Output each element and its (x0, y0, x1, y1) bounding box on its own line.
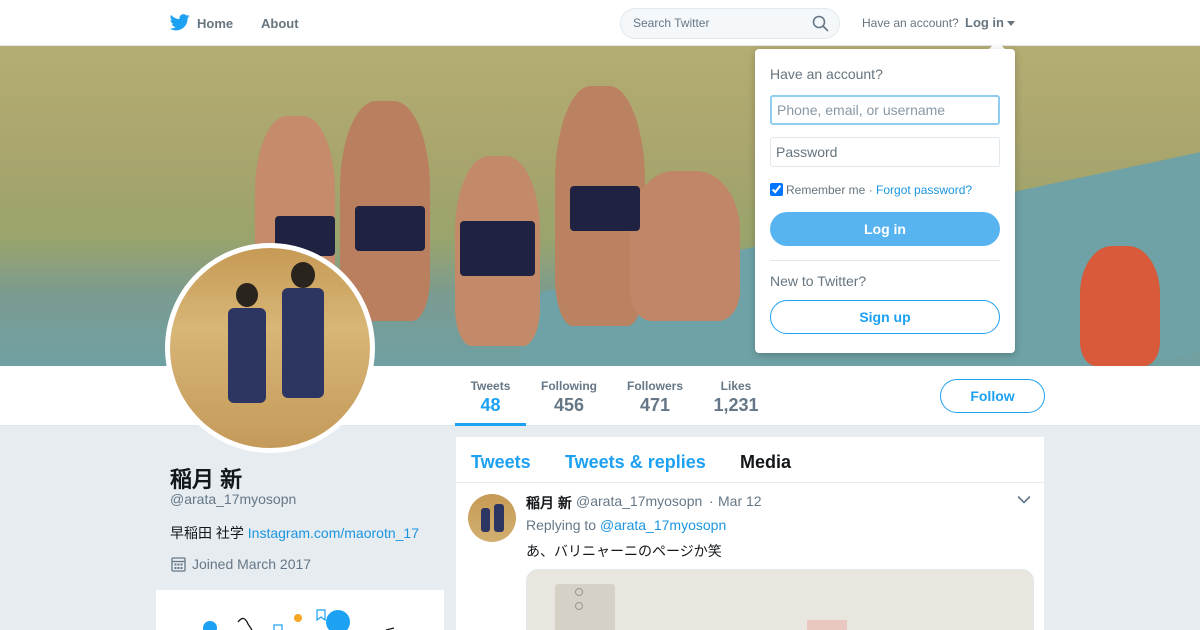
profile-avatar[interactable] (165, 243, 375, 453)
search-box[interactable] (620, 8, 840, 39)
username-field[interactable] (770, 95, 1000, 125)
banner-figure (1080, 246, 1160, 366)
avatar-player-figure (282, 288, 324, 398)
login-button[interactable]: Log in (770, 212, 1000, 246)
new-to-twitter-text: New to Twitter? (770, 273, 867, 289)
stat-label: Tweets (470, 379, 511, 393)
remember-me-row: Remember me · Forgot password? (770, 183, 972, 197)
stat-following[interactable]: Following 456 (537, 379, 601, 416)
chevron-down-icon[interactable] (1017, 495, 1031, 505)
tweet-dot-separator: · (709, 493, 714, 509)
tweet-avatar[interactable] (468, 494, 516, 542)
tweet-author-name[interactable]: 稲月 新 (526, 493, 572, 513)
dropdown-title: Have an account? (770, 66, 883, 82)
tweet-author-handle[interactable]: @arata_17myosopn (576, 493, 702, 509)
avatar-player-figure (228, 308, 266, 403)
stat-label: Following (541, 379, 597, 393)
joined-date: Joined March 2017 (192, 556, 312, 572)
divider (770, 260, 1000, 261)
remember-me-label[interactable]: Remember me (786, 183, 865, 197)
banner-figure (630, 171, 740, 321)
tab-media[interactable]: Media (740, 452, 791, 473)
calendar-icon (171, 557, 186, 572)
bio-link[interactable]: Instagram.com/maorotn_17 (248, 525, 419, 541)
avatar-player-figure (236, 283, 258, 307)
media-thumbnail-icon (203, 609, 395, 630)
banner-shorts (460, 221, 535, 276)
search-input[interactable] (633, 16, 803, 30)
stat-followers[interactable]: Followers 471 (623, 379, 687, 416)
timeline: Tweets Tweets & replies Media 稲月 新 @arat… (456, 437, 1044, 630)
tweet-text: あ、バリニャーニのページか笑 (526, 543, 722, 559)
tweet-media-image[interactable] (526, 569, 1034, 630)
stat-value: 1,231 (713, 395, 759, 415)
separator-dot: · (865, 183, 877, 197)
avatar-player-figure (291, 262, 315, 288)
stat-value: 456 (553, 395, 585, 415)
banner-shorts (355, 206, 425, 251)
replying-to: Replying to @arata_17myosopn (526, 517, 726, 533)
timeline-tabs: Tweets Tweets & replies Media (456, 437, 1044, 483)
top-nav: Home About Have an account? Log in (0, 0, 1200, 46)
stat-label: Likes (720, 379, 752, 393)
banner-shorts (570, 186, 640, 231)
profile-name: 稲月 新 (170, 467, 243, 492)
replying-prefix: Replying to (526, 517, 600, 533)
tab-tweets-replies[interactable]: Tweets & replies (565, 452, 706, 473)
photos-videos-card[interactable] (156, 590, 444, 630)
password-field[interactable] (770, 137, 1000, 167)
chevron-down-icon[interactable] (1007, 21, 1015, 26)
tab-tweets[interactable]: Tweets (471, 452, 531, 473)
stat-label: Followers (626, 379, 683, 393)
tweet-date[interactable]: Mar 12 (718, 493, 762, 509)
search-icon[interactable] (812, 15, 829, 32)
profile-bio: 早稲田 社学 Instagram.com/maorotn_17 (170, 523, 419, 543)
dropdown-arrow (989, 41, 1005, 49)
stat-tweets[interactable]: Tweets 48 (463, 379, 518, 416)
twitter-bird-icon[interactable] (170, 14, 190, 31)
have-account-text: Have an account? (862, 16, 959, 30)
active-stat-underline (455, 423, 526, 426)
remember-me-checkbox[interactable] (770, 183, 783, 196)
login-dropdown: Have an account? Remember me · Forgot pa… (755, 49, 1015, 353)
bio-text: 早稲田 社学 (170, 525, 248, 541)
stat-value: 471 (639, 395, 671, 415)
nav-home-link[interactable]: Home (197, 16, 233, 31)
signup-button[interactable]: Sign up (770, 300, 1000, 334)
stat-likes[interactable]: Likes 1,231 (708, 379, 764, 416)
replying-to-link[interactable]: @arata_17myosopn (600, 517, 726, 533)
stat-value: 48 (480, 395, 501, 415)
follow-button[interactable]: Follow (940, 379, 1045, 413)
nav-about-link[interactable]: About (261, 16, 299, 31)
login-dropdown-toggle[interactable]: Log in (965, 15, 1004, 30)
profile-handle: @arata_17myosopn (170, 491, 297, 507)
forgot-password-link[interactable]: Forgot password? (876, 183, 972, 197)
